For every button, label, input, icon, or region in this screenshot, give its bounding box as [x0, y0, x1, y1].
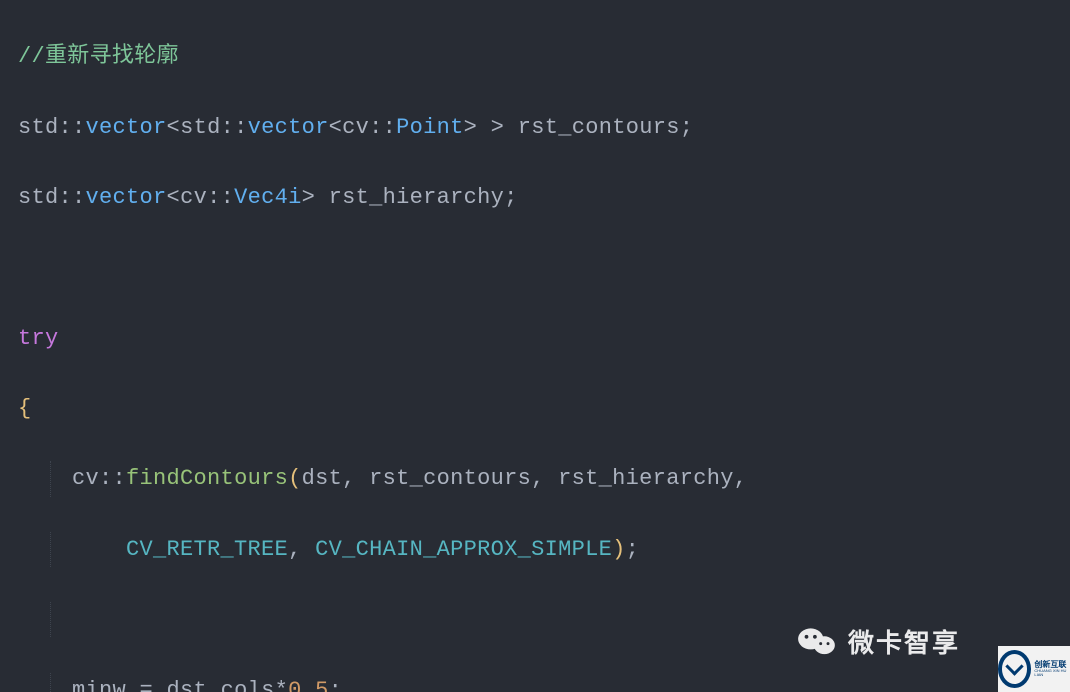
- code-line: try: [18, 321, 1070, 356]
- code-line: cv::findContours(dst, rst_contours, rst_…: [18, 461, 1070, 496]
- code-line: //重新寻找轮廓: [18, 39, 1070, 74]
- code-line: [18, 250, 1070, 285]
- wechat-watermark: 微卡智享: [796, 620, 960, 662]
- code-line: std::vector<std::vector<cv::Point> > rst…: [18, 110, 1070, 145]
- code-line: minw = dst.cols*0.5;: [18, 673, 1070, 692]
- code-line: std::vector<cv::Vec4i> rst_hierarchy;: [18, 180, 1070, 215]
- corner-logo-watermark: 创新互联 CHUANG XIN HU LIAN: [998, 646, 1070, 692]
- code-line: {: [18, 391, 1070, 426]
- code-editor: //重新寻找轮廓 std::vector<std::vector<cv::Poi…: [0, 0, 1070, 692]
- comment-text: //重新寻找轮廓: [18, 44, 179, 69]
- logo-icon: [998, 650, 1031, 688]
- code-line: CV_RETR_TREE, CV_CHAIN_APPROX_SIMPLE);: [18, 532, 1070, 567]
- wechat-watermark-text: 微卡智享: [848, 623, 960, 660]
- logo-text: 创新互联 CHUANG XIN HU LIAN: [1034, 661, 1070, 678]
- wechat-icon: [796, 620, 838, 662]
